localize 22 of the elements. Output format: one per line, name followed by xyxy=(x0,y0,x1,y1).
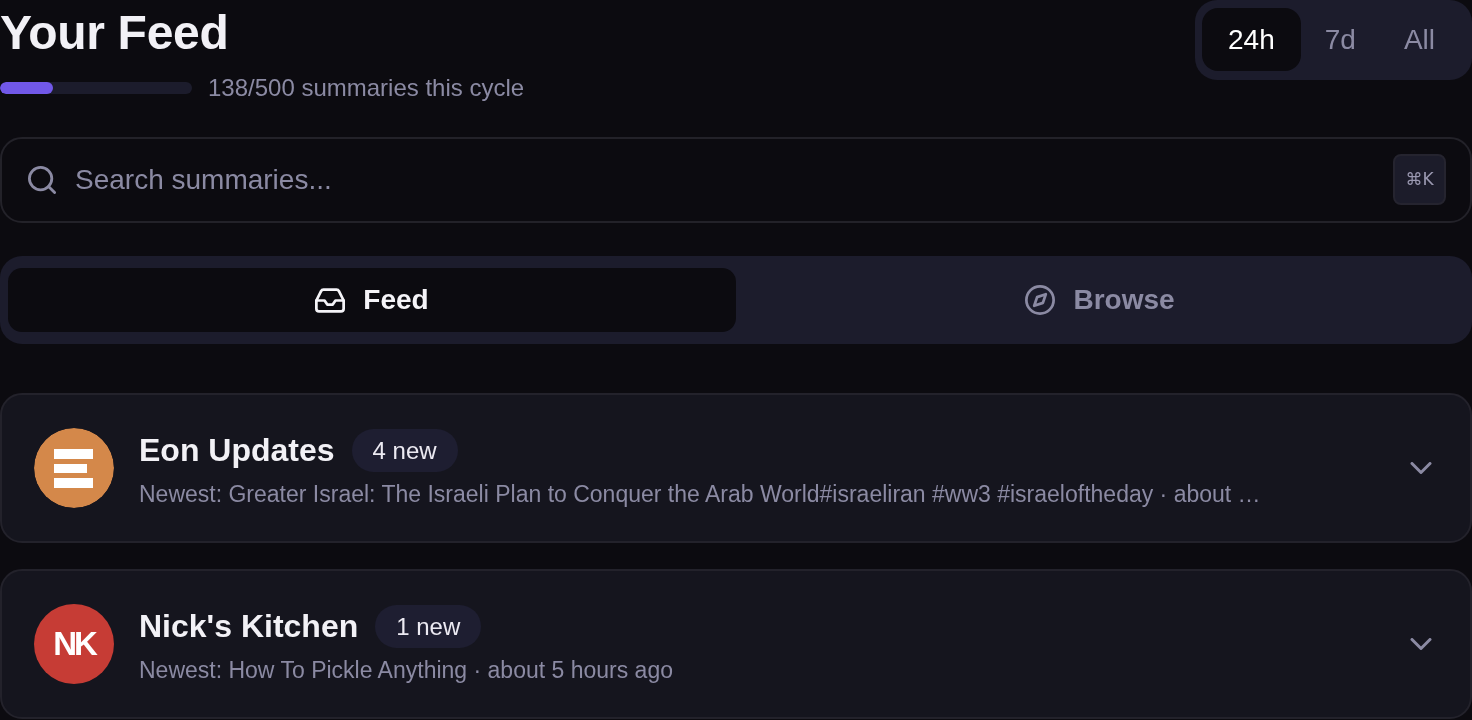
channel-name: Eon Updates xyxy=(139,430,335,470)
newest-summary: Newest: How To Pickle Anything · about 5 hours ago xyxy=(139,655,673,684)
search-icon xyxy=(28,166,56,194)
channel-card[interactable]: NK Nick's Kitchen 1 new Newest: How To Pickle Anything · about 5 hours ago xyxy=(0,569,1472,719)
compass-icon xyxy=(1025,285,1056,315)
channel-name: Nick's Kitchen xyxy=(139,606,359,646)
channel-card[interactable]: Eon Updates 4 new Newest: Greater Israel: The Israeli Plan to Conquer the Arab World#israeliran #ww3 #israeloftheday · about … xyxy=(0,393,1472,543)
newest-summary: Newest: Greater Israel: The Israeli Plan to Conquer the Arab World#israeliran #ww3 #israeloftheday · about … xyxy=(139,479,1261,508)
time-range-tab[interactable]: All xyxy=(1379,8,1459,71)
view-tab[interactable]: Browse xyxy=(736,268,1464,332)
usage-label: 138/500 summaries this cycle xyxy=(208,75,525,101)
time-range-tab[interactable]: 24h xyxy=(1202,8,1301,71)
chevron-down-icon[interactable] xyxy=(1410,638,1432,650)
channel-logo: NK xyxy=(34,604,114,684)
chevron-down-icon[interactable] xyxy=(1410,462,1432,474)
new-count-badge: 1 new xyxy=(375,604,482,648)
shortcut-hint: ⌘K xyxy=(1393,154,1446,205)
inbox-icon xyxy=(315,287,346,313)
time-range-tab[interactable]: 7d xyxy=(1300,8,1380,71)
new-count-badge: 4 new xyxy=(351,428,458,472)
view-tab[interactable]: Feed xyxy=(8,268,736,332)
page-title: Your Feed xyxy=(0,9,230,57)
